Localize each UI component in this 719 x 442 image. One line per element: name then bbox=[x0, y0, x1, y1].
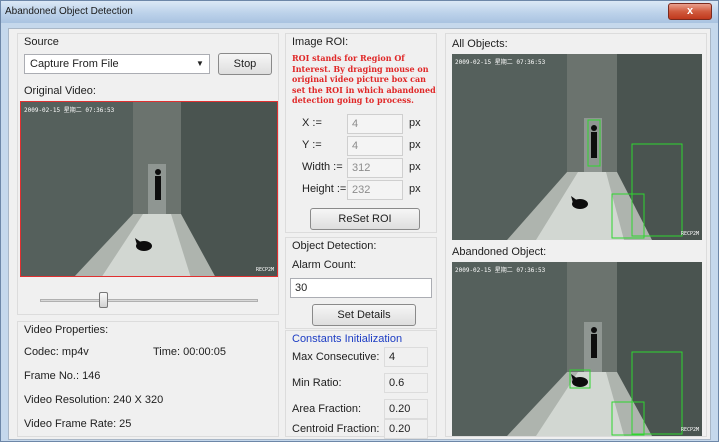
max-consecutive-label: Max Consecutive: bbox=[292, 351, 380, 363]
roi-height-field[interactable]: 232 bbox=[347, 180, 403, 200]
centroid-fraction-field[interactable]: 0.20 bbox=[384, 419, 428, 439]
all-objects-heading: All Objects: bbox=[452, 38, 508, 50]
min-ratio-label: Min Ratio: bbox=[292, 377, 342, 389]
max-consecutive-field[interactable]: 4 bbox=[384, 347, 428, 367]
roi-x-field[interactable]: 4 bbox=[347, 114, 403, 134]
abandoned-object-watermark: RECP2M bbox=[680, 427, 699, 433]
source-combo[interactable]: Capture From File ▼ bbox=[24, 54, 210, 74]
roi-y-field[interactable]: 4 bbox=[347, 136, 403, 156]
original-video-timestamp: 2009-02-15 星期二 07:36:53 bbox=[24, 107, 115, 114]
source-combo-value: Capture From File bbox=[30, 58, 119, 70]
roi-height-unit: px bbox=[409, 183, 421, 195]
client-area: Source Capture From File ▼ Stop Original… bbox=[8, 28, 711, 440]
original-video-heading: Original Video: bbox=[24, 85, 96, 97]
roi-y-unit: px bbox=[409, 139, 421, 151]
all-objects-video: 2009-02-15 星期二 07:36:53 RECP2M bbox=[452, 54, 702, 240]
source-heading: Source bbox=[24, 36, 59, 48]
roi-heading: Image ROI: bbox=[292, 36, 349, 48]
all-objects-frame bbox=[452, 54, 702, 240]
object-detection-heading: Object Detection: bbox=[292, 240, 377, 252]
object-detection-panel: Object Detection: Alarm Count: 30 Set De… bbox=[285, 237, 437, 329]
original-video-frame bbox=[21, 102, 277, 276]
roi-x-label: X := bbox=[302, 117, 322, 129]
constants-heading: Constants Initialization bbox=[292, 333, 403, 345]
original-video-box[interactable]: 2009-02-15 星期二 07:36:53 RECP2M bbox=[20, 101, 278, 277]
area-fraction-label: Area Fraction: bbox=[292, 403, 362, 415]
time-label: Time: 00:00:05 bbox=[153, 346, 226, 358]
window-title: Abandoned Object Detection bbox=[5, 6, 133, 17]
video-seek-thumb[interactable] bbox=[98, 292, 108, 308]
all-objects-timestamp: 2009-02-15 星期二 07:36:53 bbox=[455, 59, 546, 66]
reset-roi-button[interactable]: ReSet ROI bbox=[310, 208, 420, 230]
close-button[interactable]: x bbox=[668, 3, 712, 20]
frame-number-label: Frame No.: 146 bbox=[24, 370, 101, 382]
video-resolution-label: Video Resolution: 240 X 320 bbox=[24, 394, 164, 406]
all-objects-watermark: RECP2M bbox=[680, 231, 699, 237]
constants-panel: Constants Initialization Max Consecutive… bbox=[285, 330, 437, 439]
source-panel: Source Capture From File ▼ Stop Original… bbox=[17, 33, 279, 315]
roi-y-label: Y := bbox=[302, 139, 322, 151]
roi-width-unit: px bbox=[409, 161, 421, 173]
alarm-count-field[interactable]: 30 bbox=[290, 278, 432, 298]
roi-width-label: Width := bbox=[302, 161, 343, 173]
alarm-count-label: Alarm Count: bbox=[292, 259, 357, 271]
title-bar: Abandoned Object Detection x bbox=[1, 1, 718, 23]
abandoned-object-frame bbox=[452, 262, 702, 436]
roi-width-field[interactable]: 312 bbox=[347, 158, 403, 178]
abandoned-object-video: 2009-02-15 星期二 07:36:53 RECP2M bbox=[452, 262, 702, 436]
set-details-button[interactable]: Set Details bbox=[312, 304, 416, 326]
original-video-watermark: RECP2M bbox=[255, 267, 274, 273]
codec-label: Codec: mp4v bbox=[24, 346, 89, 358]
video-seek-track[interactable] bbox=[40, 299, 258, 302]
video-properties-panel: Video Properties: Codec: mp4v Time: 00:0… bbox=[17, 321, 279, 437]
video-frame-rate-label: Video Frame Rate: 25 bbox=[24, 418, 132, 430]
min-ratio-field[interactable]: 0.6 bbox=[384, 373, 428, 393]
image-roi-panel: Image ROI: ROI stands for Region Of Inte… bbox=[285, 33, 437, 233]
close-icon[interactable]: x bbox=[687, 5, 693, 17]
area-fraction-field[interactable]: 0.20 bbox=[384, 399, 428, 419]
results-panel: All Objects: 2009-02-15 星期二 07:36:53 REC… bbox=[445, 33, 707, 437]
centroid-fraction-label: Centroid Fraction: bbox=[292, 423, 380, 435]
roi-x-unit: px bbox=[409, 117, 421, 129]
roi-height-label: Height := bbox=[302, 183, 347, 195]
chevron-down-icon[interactable]: ▼ bbox=[193, 57, 207, 71]
abandoned-object-heading: Abandoned Object: bbox=[452, 246, 547, 258]
abandoned-object-timestamp: 2009-02-15 星期二 07:36:53 bbox=[455, 267, 546, 274]
app-window: Abandoned Object Detection x Source Capt… bbox=[0, 0, 719, 442]
video-properties-heading: Video Properties: bbox=[24, 324, 109, 336]
roi-note: ROI stands for Region Of Interest. By dr… bbox=[292, 53, 436, 105]
stop-button[interactable]: Stop bbox=[218, 53, 272, 75]
